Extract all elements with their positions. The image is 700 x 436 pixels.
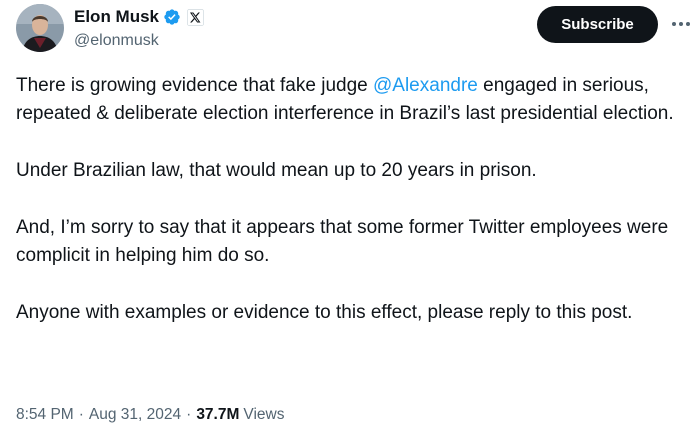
meta-separator: · [186, 406, 192, 423]
views-label: Views [243, 406, 285, 423]
subscribe-button[interactable]: Subscribe [537, 6, 658, 43]
author-info: Elon Musk @elonmusk [74, 6, 205, 50]
avatar[interactable] [16, 4, 64, 52]
tweet-paragraph: And, I’m sorry to say that it appears th… [16, 217, 669, 266]
more-horizontal-icon[interactable] [668, 14, 694, 34]
mention-link[interactable]: @Alexandre [373, 75, 478, 96]
tweet-paragraph: There is growing evidence that fake judg… [16, 72, 692, 128]
tweet-meta: 8:54 PM · Aug 31, 2024 · 37.7M Views [16, 406, 284, 424]
tweet-card: Elon Musk @elonmusk Subscribe There is g… [0, 0, 700, 436]
tweet-paragraph-text: There is growing evidence that fake judg… [16, 75, 373, 96]
verified-badge-icon[interactable] [163, 8, 181, 26]
tweet-paragraph: Anyone with examples or evidence to this… [16, 302, 633, 323]
views-count[interactable]: 37.7M [196, 406, 239, 424]
tweet-time[interactable]: 8:54 PM [16, 406, 74, 424]
tweet-paragraph: Under Brazilian law, that would mean up … [16, 160, 537, 181]
tweet-text: There is growing evidence that fake judg… [16, 72, 692, 327]
author-name-row: Elon Musk [74, 6, 205, 28]
meta-separator: · [78, 406, 84, 423]
avatar-image [16, 4, 64, 52]
tweet-date[interactable]: Aug 31, 2024 [89, 406, 181, 424]
author-handle[interactable]: @elonmusk [74, 32, 204, 50]
author-name[interactable]: Elon Musk [74, 7, 159, 27]
x-logo-icon[interactable] [187, 8, 205, 26]
